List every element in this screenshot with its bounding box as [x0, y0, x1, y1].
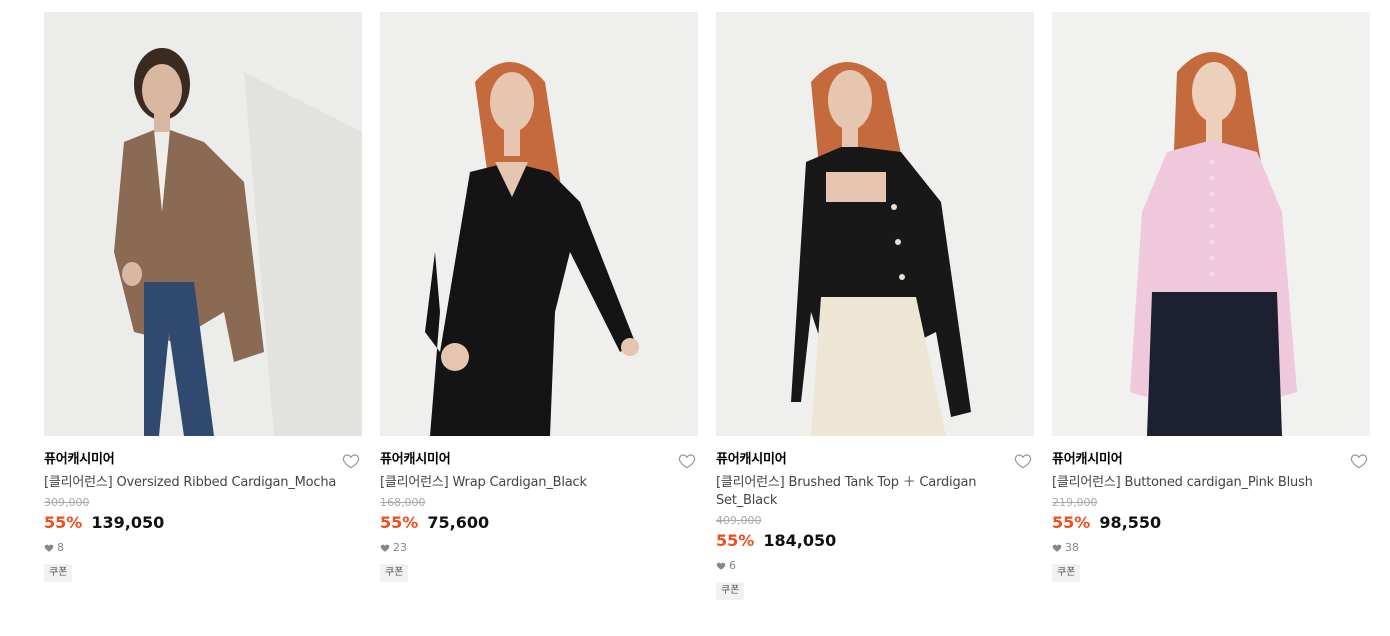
product-image[interactable] [1052, 12, 1370, 436]
brand-name[interactable]: 퓨어캐시미어 [716, 450, 1034, 470]
heart-filled-icon [1052, 543, 1062, 553]
like-count: 38 [1052, 541, 1370, 555]
original-price: 219,000 [1052, 496, 1098, 509]
coupon-badge: 쿠폰 [380, 564, 409, 582]
product-card[interactable]: 퓨어캐시미어 [클리어런스] Oversized Ribbed Cardigan… [44, 12, 362, 600]
product-card[interactable]: 퓨어캐시미어 [클리어런스] Wrap Cardigan_Black 168,0… [380, 12, 698, 600]
like-count-value: 23 [393, 541, 407, 554]
sale-price: 75,600 [427, 513, 490, 532]
heart-outline-icon[interactable] [342, 452, 360, 470]
discount-rate: 55% [716, 531, 755, 550]
price-row: 55% 98,550 [1052, 513, 1370, 533]
sale-price: 139,050 [91, 513, 165, 532]
heart-filled-icon [380, 543, 390, 553]
product-image[interactable] [380, 12, 698, 436]
brand-name[interactable]: 퓨어캐시미어 [1052, 450, 1370, 470]
product-card[interactable]: 퓨어캐시미어 [클리어런스] Buttoned cardigan_Pink Bl… [1052, 12, 1370, 600]
product-grid: 퓨어캐시미어 [클리어런스] Oversized Ribbed Cardigan… [44, 12, 1370, 600]
heart-filled-icon [44, 543, 54, 553]
original-price: 409,000 [716, 514, 762, 527]
heart-filled-icon [716, 561, 726, 571]
price-row: 55% 139,050 [44, 513, 362, 533]
product-name[interactable]: [클리어런스] Brushed Tank Top ＋ Cardigan Set_… [716, 474, 1016, 510]
sale-price: 98,550 [1099, 513, 1162, 532]
price-row: 55% 184,050 [716, 531, 1034, 551]
like-count-value: 8 [57, 541, 64, 554]
sale-price: 184,050 [763, 531, 837, 550]
like-count-value: 6 [729, 559, 736, 572]
like-count: 6 [716, 559, 1034, 573]
original-price: 309,000 [44, 496, 90, 509]
price-row: 55% 75,600 [380, 513, 698, 533]
original-price: 168,000 [380, 496, 426, 509]
heart-outline-icon[interactable] [1350, 452, 1368, 470]
coupon-badge: 쿠폰 [1052, 564, 1081, 582]
discount-rate: 55% [44, 513, 83, 532]
brand-name[interactable]: 퓨어캐시미어 [44, 450, 362, 470]
product-name[interactable]: [클리어런스] Wrap Cardigan_Black [380, 474, 680, 492]
brand-name[interactable]: 퓨어캐시미어 [380, 450, 698, 470]
product-image[interactable] [716, 12, 1034, 436]
coupon-badge: 쿠폰 [716, 582, 745, 600]
product-name[interactable]: [클리어런스] Buttoned cardigan_Pink Blush [1052, 474, 1352, 492]
coupon-badge: 쿠폰 [44, 564, 73, 582]
like-count: 23 [380, 541, 698, 555]
product-name[interactable]: [클리어런스] Oversized Ribbed Cardigan_Mocha [44, 474, 344, 492]
heart-outline-icon[interactable] [1014, 452, 1032, 470]
discount-rate: 55% [1052, 513, 1091, 532]
product-image[interactable] [44, 12, 362, 436]
product-card[interactable]: 퓨어캐시미어 [클리어런스] Brushed Tank Top ＋ Cardig… [716, 12, 1034, 600]
discount-rate: 55% [380, 513, 419, 532]
like-count-value: 38 [1065, 541, 1079, 554]
heart-outline-icon[interactable] [678, 452, 696, 470]
like-count: 8 [44, 541, 362, 555]
